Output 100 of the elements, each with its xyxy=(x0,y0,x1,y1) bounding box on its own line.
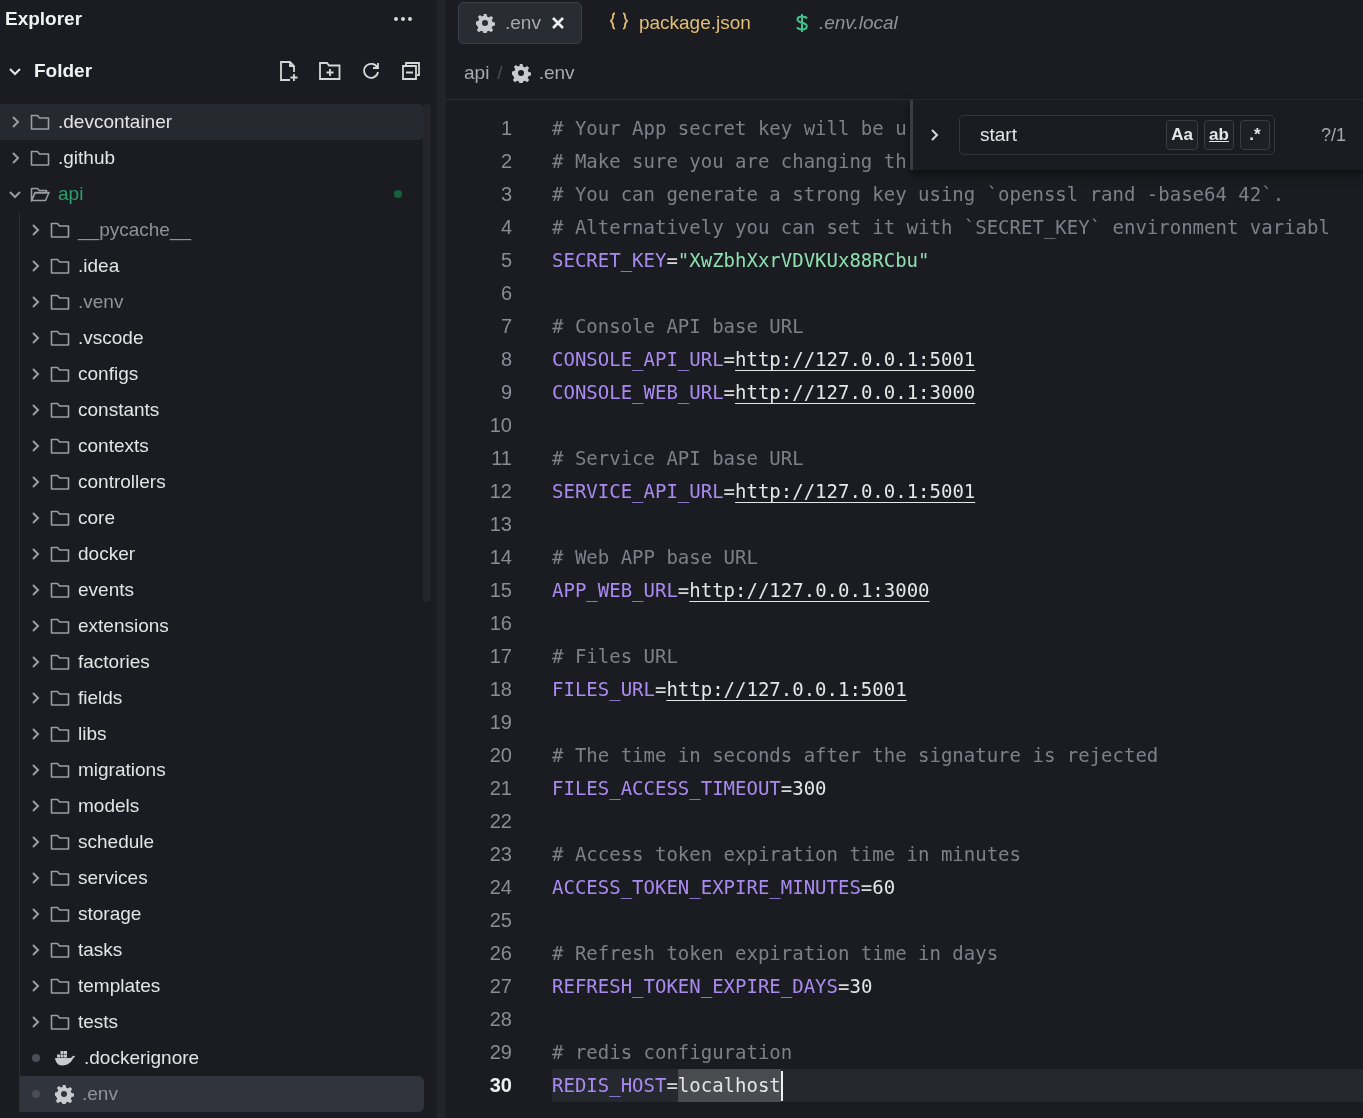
gear-icon xyxy=(54,1084,74,1104)
line-number: 19 xyxy=(488,711,512,734)
tree-item[interactable]: templates xyxy=(20,968,424,1004)
tree-item[interactable]: fields xyxy=(20,680,424,716)
folder-icon xyxy=(50,725,70,743)
tree-item[interactable]: .env xyxy=(20,1076,424,1112)
code-token: http://127.0.0.1:5001 xyxy=(666,677,907,702)
tree-item[interactable]: models xyxy=(20,788,424,824)
whale-icon xyxy=(54,1050,76,1066)
tree-item[interactable]: schedule xyxy=(20,824,424,860)
tree-item[interactable]: storage xyxy=(20,896,424,932)
line-number: 11 xyxy=(490,447,512,470)
code-token: # Make sure you are changing th xyxy=(552,149,907,174)
find-option-button[interactable]: ab xyxy=(1204,120,1234,150)
editor-tab[interactable]: .env.local xyxy=(777,2,948,44)
tree-item[interactable]: constants xyxy=(20,392,424,428)
code-token: = xyxy=(780,776,793,799)
tree-item[interactable]: tests xyxy=(20,1004,424,1040)
find-field[interactable]: start Aa ab .* xyxy=(959,115,1275,155)
folder-icon xyxy=(50,545,70,563)
line-number: 5 xyxy=(499,249,512,272)
tree-item[interactable]: .dockerignore xyxy=(20,1040,424,1076)
code-token: # Console API base URL xyxy=(552,314,804,339)
tree-item[interactable]: services xyxy=(20,860,424,896)
code-token: # Access token expiration time in minutes xyxy=(552,842,1021,867)
code-token: # Your App secret key will be u xyxy=(552,116,907,141)
code-token: # Refresh token expiration time in days xyxy=(552,941,999,966)
code-token: localhost xyxy=(677,1069,781,1102)
tree-item[interactable]: configs xyxy=(20,356,424,392)
code-token: = xyxy=(723,380,736,403)
code-token: http://127.0.0.1:3000 xyxy=(689,578,930,603)
line-number: 18 xyxy=(488,678,512,701)
status-dot xyxy=(394,190,402,198)
tree-item[interactable]: api xyxy=(0,176,424,212)
section-title[interactable]: Folder xyxy=(34,60,263,82)
editor-tab[interactable]: .env xyxy=(458,2,582,44)
folder-icon xyxy=(50,617,70,635)
code-token: = xyxy=(838,974,850,997)
line-number: 13 xyxy=(488,513,512,536)
line-number: 30 xyxy=(488,1074,512,1097)
tree-item[interactable]: __pycache__ xyxy=(20,212,424,248)
tree-item[interactable]: libs xyxy=(20,716,424,752)
tree-item[interactable]: .devcontainer xyxy=(0,104,424,140)
tree-item[interactable]: contexts xyxy=(20,428,424,464)
gear-icon xyxy=(475,13,495,33)
editor-tab[interactable]: package.json xyxy=(591,2,768,44)
code-token: # redis configuration xyxy=(552,1040,793,1065)
folder-icon xyxy=(50,689,70,707)
tree-item[interactable]: .idea xyxy=(20,248,424,284)
folder-icon xyxy=(50,401,70,419)
tree-item[interactable]: migrations xyxy=(20,752,424,788)
code-token: = xyxy=(723,347,736,370)
code-token: ACCESS_TOKEN_EXPIRE_MINUTES xyxy=(552,875,861,901)
tree-item[interactable]: docker xyxy=(20,536,424,572)
code-token: http://127.0.0.1:3000 xyxy=(735,380,976,405)
folder-icon xyxy=(50,761,70,779)
code-token: http://127.0.0.1:5001 xyxy=(735,347,976,372)
code-token: REFRESH_TOKEN_EXPIRE_DAYS xyxy=(552,974,838,1000)
breadcrumb-separator: / xyxy=(497,61,503,84)
find-option-button[interactable]: Aa xyxy=(1166,120,1198,150)
dollar-icon xyxy=(794,13,809,33)
folder-icon xyxy=(30,149,50,167)
tree-item[interactable]: controllers xyxy=(20,464,424,500)
folder-icon xyxy=(30,113,50,131)
line-number: 3 xyxy=(499,183,512,206)
folder-icon xyxy=(50,365,70,383)
line-number: 22 xyxy=(488,810,512,833)
breadcrumb-item[interactable]: .env xyxy=(538,61,575,84)
code-token: 60 xyxy=(872,875,896,900)
tree-item[interactable]: .venv xyxy=(20,284,424,320)
line-number: 15 xyxy=(488,579,512,602)
folder-icon xyxy=(50,581,70,599)
line-number: 2 xyxy=(499,150,512,173)
tree-item[interactable]: factories xyxy=(20,644,424,680)
code-token: 300 xyxy=(792,776,827,801)
find-option-button[interactable]: .* xyxy=(1240,120,1270,150)
line-number: 23 xyxy=(488,843,512,866)
tree-item[interactable]: core xyxy=(20,500,424,536)
code-token: SERVICE_API_URL xyxy=(552,479,724,505)
code-token: # You can generate a strong key using `openssl rand -base64 42`. xyxy=(552,182,1285,207)
close-icon[interactable] xyxy=(550,16,565,30)
code-token: # The time in seconds after the signature is rejected xyxy=(552,743,1159,768)
folder-icon xyxy=(50,797,70,815)
folder-icon xyxy=(30,185,50,203)
code-token: # Web APP base URL xyxy=(552,545,758,570)
line-number: 17 xyxy=(488,645,512,668)
folder-icon xyxy=(50,221,70,239)
tree-item[interactable]: extensions xyxy=(20,608,424,644)
tree-item[interactable]: tasks xyxy=(20,932,424,968)
text-cursor xyxy=(780,1070,783,1101)
tree-item[interactable]: .github xyxy=(0,140,424,176)
breadcrumb-item[interactable]: api xyxy=(464,61,490,84)
code-token: FILES_URL xyxy=(552,677,655,703)
tree-item[interactable]: .vscode xyxy=(20,320,424,356)
folder-icon xyxy=(50,905,70,923)
tree-item[interactable]: events xyxy=(20,572,424,608)
folder-icon xyxy=(50,977,70,995)
code-token: = xyxy=(860,875,873,898)
file-dot-icon xyxy=(32,1090,40,1098)
line-number: 24 xyxy=(488,876,512,899)
